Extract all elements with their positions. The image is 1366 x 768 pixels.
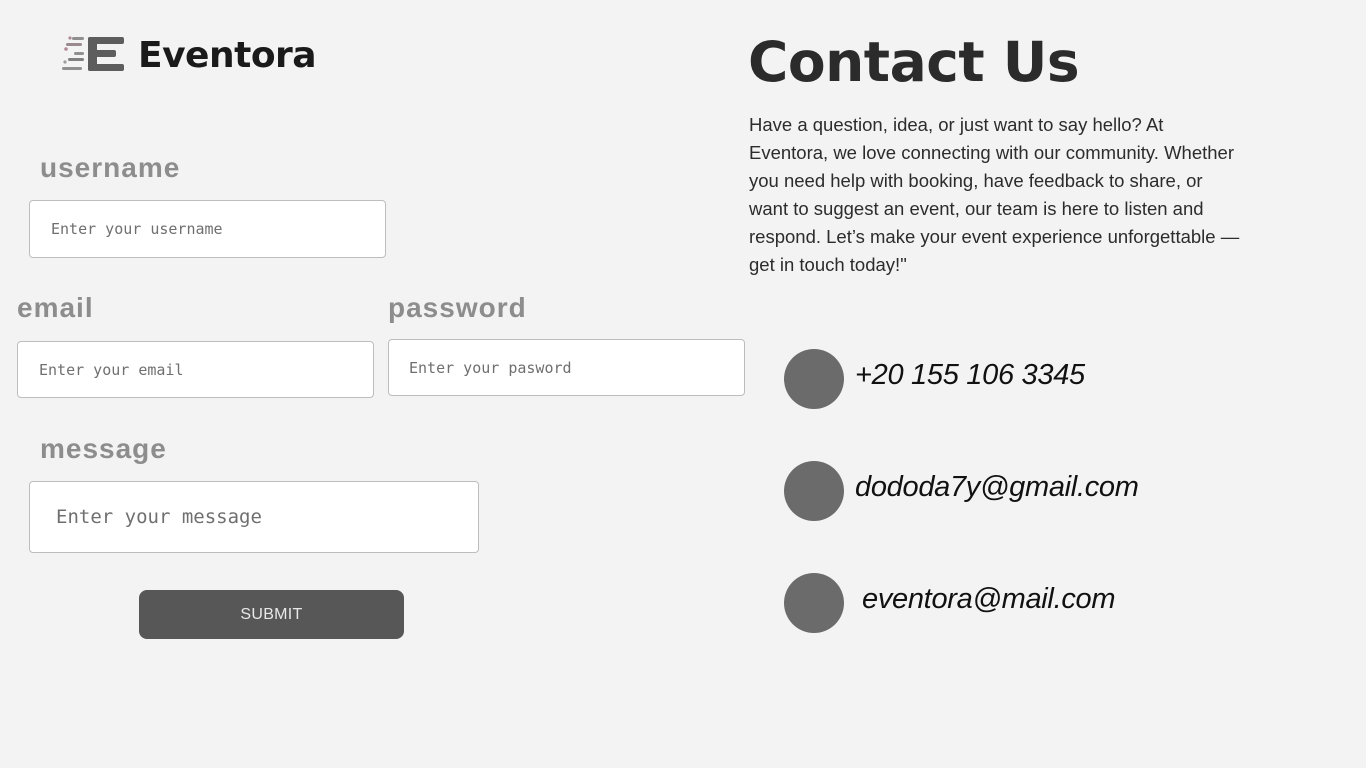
submit-button[interactable]: SUBMIT	[139, 590, 404, 639]
contact-intro-text: Have a question, idea, or just want to s…	[749, 114, 1240, 275]
contact-company-email-text[interactable]: eventora@mail.com	[862, 583, 1116, 616]
password-input[interactable]	[388, 339, 745, 396]
email-icon	[784, 461, 844, 521]
email-input[interactable]	[17, 341, 374, 398]
message-label: message	[40, 433, 167, 464]
email-label: email	[17, 292, 94, 323]
contact-page: Eventora username email password message…	[0, 0, 1366, 768]
username-input[interactable]	[29, 200, 386, 258]
brand-name: Eventora	[138, 34, 317, 76]
message-input[interactable]	[29, 481, 479, 553]
contact-phone-text: +20 155 106 3345	[855, 359, 1085, 391]
contact-email-text[interactable]: dododa7y@gmail.com	[855, 471, 1139, 504]
phone-icon	[784, 349, 844, 409]
email-icon	[784, 573, 844, 633]
brand-logo[interactable]: Eventora	[62, 33, 317, 77]
password-label: password	[388, 292, 527, 323]
page-title: Contact Us	[748, 30, 1080, 94]
username-label: username	[40, 152, 181, 183]
speed-e-logo-icon	[62, 36, 124, 71]
